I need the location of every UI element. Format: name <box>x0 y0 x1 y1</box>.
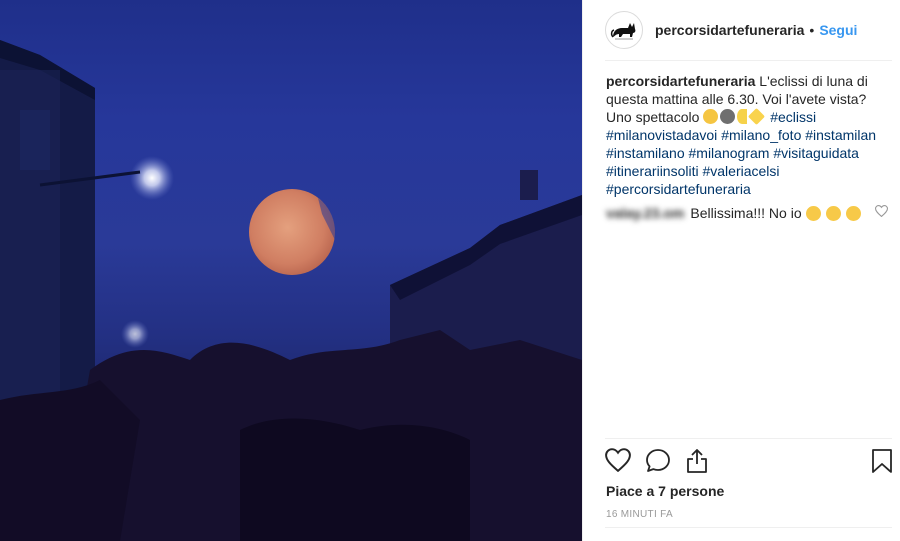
hashtag-link[interactable]: #instamilan <box>805 127 876 143</box>
cat-emoji-icon <box>703 109 719 124</box>
moon-eclipse <box>249 189 336 275</box>
hashtag-link[interactable]: #eclissi <box>770 109 816 125</box>
comment-icon[interactable] <box>645 448 671 474</box>
sleeping-face-emojis <box>805 205 863 221</box>
post-side-panel: percorsidartefuneraria • Segui percorsid… <box>582 0 900 541</box>
footer-divider <box>605 527 892 528</box>
comment-row: valay.23.om Bellissima!!! No io <box>606 204 896 222</box>
post-timestamp[interactable]: 16 MINUTI FA <box>606 509 673 520</box>
hashtag-link[interactable]: #valeriacelsi <box>702 163 779 179</box>
post-photo[interactable] <box>0 0 582 541</box>
post-username[interactable]: percorsidartefuneraria <box>655 22 804 38</box>
heart-icon[interactable] <box>605 448 631 472</box>
post-actions <box>605 448 895 476</box>
crescent-emoji-icon <box>737 109 748 124</box>
share-icon[interactable] <box>685 448 709 474</box>
avatar[interactable] <box>605 11 643 49</box>
comment-text: Bellissima!!! No io <box>690 205 802 221</box>
hashtag-link[interactable]: #percorsidartefuneraria <box>606 181 751 197</box>
comment-username[interactable]: valay.23.om <box>606 204 684 222</box>
header-separator: • <box>809 22 815 38</box>
eclipse-photo-illustration <box>0 40 582 541</box>
post-header: percorsidartefuneraria • Segui <box>583 0 900 60</box>
small-heart-icon[interactable] <box>875 205 888 217</box>
post-caption: percorsidartefuneraria L'eclissi di luna… <box>606 72 886 198</box>
sleeping-face-emoji-icon <box>825 205 841 221</box>
hashtag-link[interactable]: #milanogram <box>689 145 770 161</box>
sleeping-face-emoji-icon <box>845 205 861 221</box>
black-cat-logo-icon <box>610 23 636 40</box>
likes-count[interactable]: Piace a 7 persone <box>606 483 724 499</box>
sleeping-face-emoji-icon <box>805 205 821 221</box>
hashtag-link[interactable]: #milanovistadavoi <box>606 127 717 143</box>
actions-divider <box>605 438 892 439</box>
hashtag-link[interactable]: #instamilano <box>606 145 685 161</box>
moon-emoji-icon <box>720 109 736 124</box>
header-divider <box>605 60 892 61</box>
follow-button[interactable]: Segui <box>819 22 857 38</box>
hashtag-link[interactable]: #itinerariinsoliti <box>606 163 699 179</box>
bookmark-icon[interactable] <box>871 448 893 474</box>
hashtag-link[interactable]: #visitaguidata <box>773 145 859 161</box>
star-emoji-icon <box>748 108 766 125</box>
hashtag-link[interactable]: #milano_foto <box>721 127 801 143</box>
caption-username[interactable]: percorsidartefuneraria <box>606 73 755 89</box>
